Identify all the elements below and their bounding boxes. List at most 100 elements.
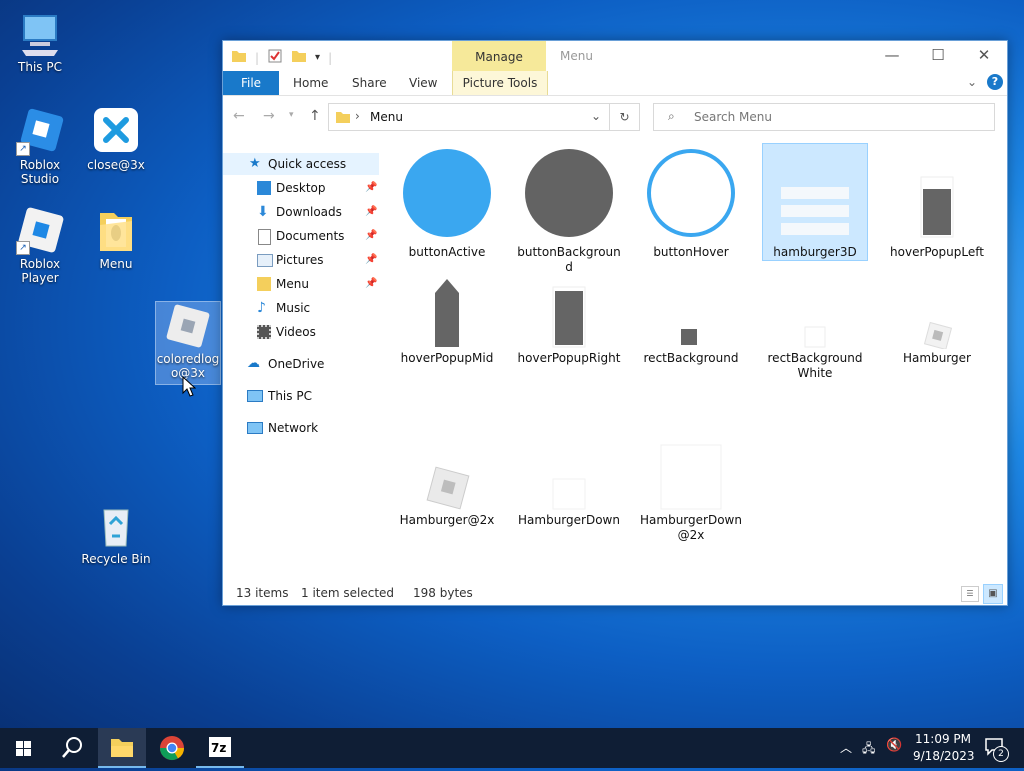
folder-icon <box>111 739 133 757</box>
roblox-logo-icon <box>164 302 212 350</box>
file-thumbnail <box>643 277 739 349</box>
pictures-icon <box>257 254 273 267</box>
desktop-icon <box>257 181 271 195</box>
selection-size: 198 bytes <box>413 586 473 600</box>
manage-contextual-tab[interactable]: Manage <box>452 41 546 71</box>
show-hidden-icons-chevron-icon[interactable]: ︿ <box>840 739 852 756</box>
file-item-hoverpopupright[interactable]: hoverPopupRight <box>517 277 621 366</box>
taskbar-7zip[interactable]: 7z <box>196 728 244 768</box>
file-item-buttonactive[interactable]: buttonActive <box>395 147 499 260</box>
search-box[interactable]: ⌕ Search Menu <box>653 103 995 131</box>
desktop-icon-this-pc[interactable]: This PC <box>0 10 80 74</box>
search-icon <box>62 737 82 758</box>
file-thumbnail <box>521 277 617 349</box>
nav-item-menu[interactable]: Menu 📌 <box>223 273 379 295</box>
forward-arrow-icon[interactable]: → <box>263 108 275 124</box>
file-item-buttonbackground[interactable]: buttonBackground <box>517 147 621 275</box>
file-item-hamburger3d[interactable]: hamburger3D <box>762 143 868 261</box>
customize-qat-chevron-icon[interactable]: ▾ <box>315 52 320 63</box>
minimize-button[interactable]: — <box>869 41 915 71</box>
nav-item-quick-access[interactable]: ★ Quick access <box>223 153 379 175</box>
back-arrow-icon[interactable]: ← <box>233 108 245 124</box>
file-explorer-window: | ▾ | Manage Menu — ☐ ✕ File Home Share … <box>222 40 1008 606</box>
file-item-hoverpopupmid[interactable]: hoverPopupMid <box>395 277 499 366</box>
folder-icon <box>257 277 271 291</box>
tab-file[interactable]: File <box>223 71 279 95</box>
taskbar-file-explorer[interactable] <box>98 728 146 768</box>
nav-item-documents[interactable]: Documents 📌 <box>223 225 379 247</box>
file-item-hamburgerdown[interactable]: HamburgerDown <box>517 409 621 528</box>
taskbar: 7z ︿ 🖧 🔇 11:09 PM 9/18/2023 2 <box>0 728 1024 768</box>
address-dropdown-chevron-icon[interactable]: ⌄ <box>591 109 601 123</box>
desktop-icon-close[interactable]: close@3x <box>76 108 156 172</box>
nav-item-desktop[interactable]: Desktop 📌 <box>223 177 379 199</box>
properties-icon[interactable] <box>267 48 283 67</box>
item-count: 13 items <box>236 586 289 600</box>
start-button[interactable] <box>0 728 48 768</box>
search-button[interactable] <box>48 728 96 768</box>
tab-home[interactable]: Home <box>293 71 328 95</box>
nav-item-videos[interactable]: Videos <box>223 321 379 343</box>
clock-time[interactable]: 11:09 PM <box>915 732 971 746</box>
shortcut-arrow-icon: ↗ <box>16 241 30 255</box>
pin-icon: 📌 <box>365 278 378 289</box>
navigation-bar: ← → ▾ ↑ › Menu ⌄ ↻ ⌕ Search Menu <box>223 96 1007 136</box>
taskbar-chrome[interactable] <box>148 728 196 768</box>
nav-item-network[interactable]: Network <box>223 417 379 439</box>
file-thumbnail <box>889 277 985 351</box>
file-thumbnail <box>643 147 739 243</box>
file-list: buttonActive buttonBackground buttonHove… <box>379 143 1005 577</box>
breadcrumb-separator-icon: › <box>355 109 360 123</box>
large-icons-view-icon[interactable]: ▣ <box>983 584 1003 604</box>
desktop-icon-coloredlogo[interactable]: coloredlogo@3x <box>155 301 221 385</box>
clock-date[interactable]: 9/18/2023 <box>913 749 975 763</box>
folder-icon <box>231 48 247 67</box>
folder-icon <box>335 109 351 128</box>
close-x-icon <box>92 108 140 156</box>
file-item-rectbackground[interactable]: rectBackground <box>639 277 743 366</box>
tab-share[interactable]: Share <box>352 71 387 95</box>
nav-item-this-pc[interactable]: This PC <box>223 385 379 407</box>
nav-item-pictures[interactable]: Pictures 📌 <box>223 249 379 271</box>
desktop-icon-roblox-studio[interactable]: ↗ Roblox Studio <box>0 108 80 186</box>
refresh-button[interactable]: ↻ <box>610 103 640 131</box>
tab-picture-tools[interactable]: Picture Tools <box>452 71 548 95</box>
file-thumbnail <box>399 147 495 243</box>
chrome-icon <box>160 736 184 761</box>
file-item-rectbackgroundwhite[interactable]: rectBackgroundWhite <box>763 277 867 381</box>
desktop-icon-label: Recycle Bin <box>81 552 151 566</box>
desktop-icon-label: Menu <box>99 257 133 271</box>
7zip-icon: 7z <box>209 737 231 757</box>
file-item-hamburger[interactable]: Hamburger <box>885 277 989 366</box>
help-icon[interactable]: ? <box>987 74 1003 90</box>
file-item-hamburgerdown-2x[interactable]: HamburgerDown@2x <box>639 409 743 543</box>
file-item-hamburger-2x[interactable]: Hamburger@2x <box>395 409 499 528</box>
network-status-icon[interactable]: 🖧 <box>862 739 875 760</box>
file-thumbnail <box>767 147 863 243</box>
file-item-buttonhover[interactable]: buttonHover <box>639 147 743 260</box>
desktop-icon-recycle-bin[interactable]: Recycle Bin <box>76 502 156 566</box>
new-folder-icon[interactable] <box>291 48 307 67</box>
expand-ribbon-chevron-icon[interactable]: ⌄ <box>967 75 977 89</box>
details-view-icon[interactable]: ☰ <box>961 586 979 602</box>
desktop-icon-menu-folder[interactable]: Menu <box>76 207 156 271</box>
tab-view[interactable]: View <box>409 71 437 95</box>
close-button[interactable]: ✕ <box>961 41 1007 71</box>
navigation-pane: ★ Quick access Desktop 📌 ⬇ Downloads 📌 D… <box>223 147 379 577</box>
maximize-button[interactable]: ☐ <box>915 41 961 71</box>
nav-item-music[interactable]: ♪ Music <box>223 297 379 319</box>
pin-icon: 📌 <box>365 230 378 241</box>
desktop-icon-roblox-player[interactable]: ↗ Roblox Player <box>0 207 80 285</box>
file-item-hoverpopupleft[interactable]: hoverPopupLeft <box>885 147 989 260</box>
download-arrow-icon: ⬇ <box>257 204 269 220</box>
address-bar[interactable]: › Menu ⌄ <box>328 103 610 131</box>
star-icon: ★ <box>249 156 261 171</box>
volume-muted-icon[interactable]: 🔇 <box>886 738 902 753</box>
window-title: Menu <box>560 49 593 63</box>
nav-item-downloads[interactable]: ⬇ Downloads 📌 <box>223 201 379 223</box>
pin-icon: 📌 <box>365 254 378 265</box>
up-arrow-icon[interactable]: ↑ <box>309 108 321 124</box>
search-input[interactable]: Search Menu <box>694 110 772 124</box>
nav-item-onedrive[interactable]: ☁ OneDrive <box>223 353 379 375</box>
recent-locations-chevron-icon[interactable]: ▾ <box>289 110 294 120</box>
